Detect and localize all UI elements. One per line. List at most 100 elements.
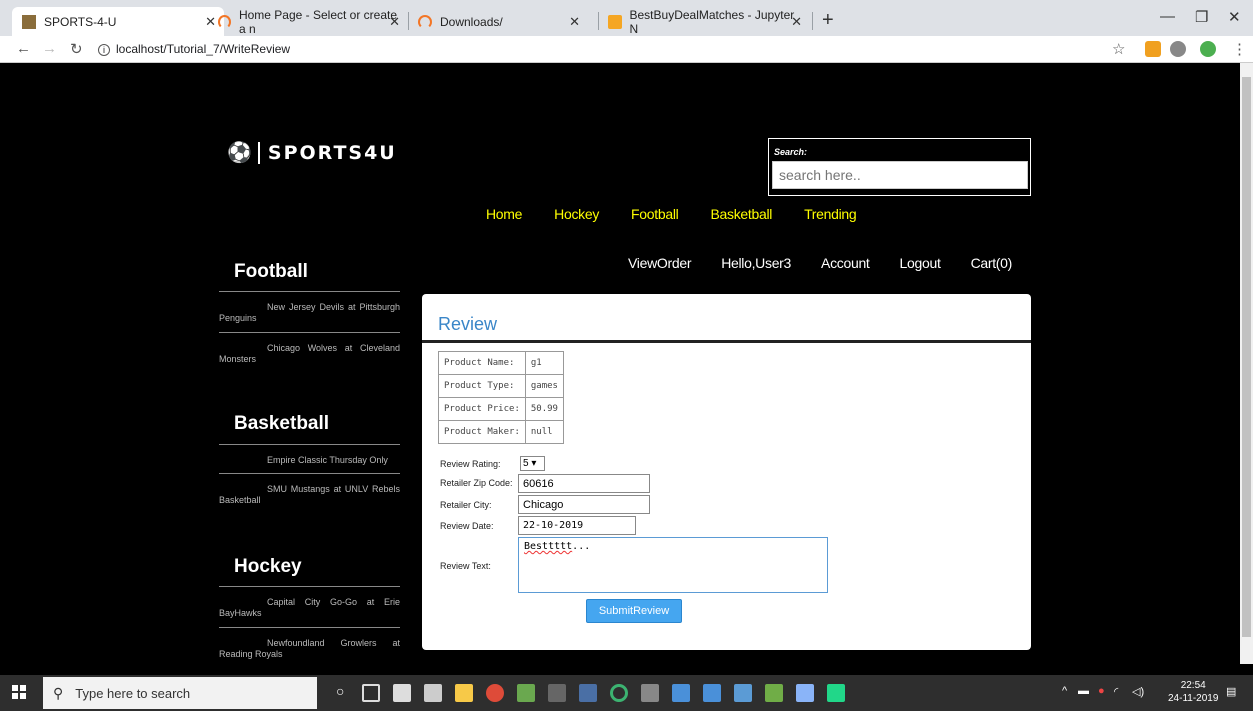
clock[interactable]: 22:54 24-11-2019 (1168, 679, 1218, 705)
dropdown-arrow-icon: ▾ (531, 458, 537, 469)
soccer-ball-icon: ⚽ (227, 142, 252, 164)
volume-icon[interactable]: ◁) (1132, 685, 1144, 698)
notification-icon[interactable]: ▤ (1226, 685, 1236, 698)
app-icon[interactable] (796, 684, 814, 702)
nav-basketball[interactable]: Basketball (710, 206, 772, 222)
sidebar-heading-football: Football (234, 261, 308, 282)
search-box: Search: (768, 138, 1031, 196)
sidebar-link[interactable]: Newfoundland Growlers at Reading Royals (219, 638, 400, 660)
task-view-icon[interactable] (362, 684, 380, 702)
pycharm-icon[interactable] (827, 684, 845, 702)
tab-downloads[interactable]: Downloads/ ✕ (408, 7, 588, 36)
sidebar-link[interactable]: New Jersey Devils at Pittsburgh Penguins (219, 302, 400, 324)
close-tab-icon[interactable]: ✕ (569, 14, 580, 30)
sidebar-link[interactable]: SMU Mustangs at UNLV Rebels Basketball (219, 484, 400, 506)
sidebar-divider (219, 473, 400, 474)
retailer-zip-input[interactable] (518, 474, 650, 493)
review-card: Review Product Name: g1 Product Type: ga… (422, 294, 1031, 650)
scrollbar-thumb[interactable] (1242, 77, 1251, 637)
store-icon[interactable] (393, 684, 411, 702)
app-icon[interactable] (548, 684, 566, 702)
close-window-icon[interactable]: ✕ (1228, 8, 1241, 26)
close-tab-icon[interactable]: ✕ (791, 14, 802, 30)
mail-icon[interactable] (424, 684, 442, 702)
sidebar-divider (219, 332, 400, 333)
review-text-area[interactable]: Besttttt... (518, 537, 828, 593)
user-nav: ViewOrder Hello,User3 Account Logout Car… (628, 255, 1042, 271)
nav-user-greeting[interactable]: Hello,User3 (721, 255, 791, 271)
jupyter-favicon-icon (418, 14, 432, 29)
app-icon[interactable] (765, 684, 783, 702)
retailer-city-input[interactable] (518, 495, 650, 514)
review-date-input[interactable] (518, 516, 636, 535)
page-scrollbar[interactable] (1240, 63, 1253, 664)
nav-view-order[interactable]: ViewOrder (628, 255, 691, 271)
close-tab-icon[interactable]: ✕ (389, 14, 400, 30)
wifi-icon[interactable]: ◜ (1114, 685, 1118, 698)
page-viewport: ⚽ SPORTS4U Search: Home Hockey Football … (0, 63, 1240, 664)
nav-home[interactable]: Home (486, 206, 522, 222)
taskbar-search[interactable]: ⚲ Type here to search (43, 677, 317, 709)
app-icon[interactable] (579, 684, 597, 702)
forward-arrow-icon[interactable]: → (42, 40, 57, 57)
table-cell-value: games (524, 374, 564, 398)
search-label: Search: (774, 147, 808, 157)
windows-taskbar: ⚲ Type here to search ○ ^ ▬ ● ◜ ◁) 22:54… (0, 675, 1253, 711)
notebook-favicon-icon (608, 14, 622, 29)
nav-account[interactable]: Account (821, 255, 870, 271)
extension-icon[interactable] (1170, 41, 1186, 57)
review-date-label: Review Date: (440, 521, 494, 531)
site-logo[interactable]: ⚽ SPORTS4U (227, 140, 397, 165)
battery-icon[interactable]: ▬ (1078, 685, 1089, 697)
extension-icon[interactable] (1200, 41, 1216, 57)
tray-chevron-icon[interactable]: ^ (1062, 685, 1067, 697)
java-icon[interactable] (734, 684, 752, 702)
submit-review-button[interactable]: SubmitReview (586, 599, 682, 623)
menu-dots-icon[interactable]: ⋮ (1232, 40, 1247, 58)
chrome-icon[interactable] (486, 684, 504, 702)
app-icon[interactable] (703, 684, 721, 702)
nav-logout[interactable]: Logout (900, 255, 941, 271)
nav-hockey[interactable]: Hockey (554, 206, 599, 222)
nav-football[interactable]: Football (631, 206, 679, 222)
retailer-city-label: Retailer City: (440, 500, 492, 510)
app-icon[interactable] (517, 684, 535, 702)
terminal-icon[interactable] (641, 684, 659, 702)
url-field[interactable]: i localhost/Tutorial_7/WriteReview (98, 42, 290, 56)
tray-app-icon[interactable]: ● (1098, 685, 1105, 697)
nav-trending[interactable]: Trending (804, 206, 857, 222)
new-tab-button[interactable]: + (822, 9, 834, 32)
sidebar-divider (219, 627, 400, 628)
search-input[interactable] (772, 161, 1028, 189)
sidebar-divider (219, 586, 400, 587)
sidebar-heading-basketball: Basketball (234, 413, 330, 434)
bookmark-star-icon[interactable]: ☆ (1112, 40, 1125, 58)
app-icon[interactable] (610, 684, 628, 702)
tab-home-page[interactable]: Home Page - Select or create a n ✕ (208, 7, 408, 36)
file-explorer-icon[interactable] (455, 684, 473, 702)
sidebar-link[interactable]: Capital City Go-Go at Erie BayHawks (219, 597, 400, 619)
logo-text: SPORTS4U (267, 141, 397, 164)
tab-sports4u[interactable]: SPORTS-4-U ✕ (12, 7, 224, 36)
extension-off-icon[interactable] (1145, 41, 1161, 57)
main-nav: Home Hockey Football Basketball Trending (486, 206, 888, 222)
cortana-icon[interactable]: ○ (336, 683, 344, 699)
windows-start-icon[interactable] (12, 685, 26, 699)
sidebar-divider (219, 444, 400, 445)
maximize-icon[interactable]: ❐ (1195, 8, 1208, 26)
review-rating-select[interactable]: 5 ▾ (520, 456, 545, 471)
search-icon: ⚲ (53, 684, 64, 701)
reload-icon[interactable]: ↻ (70, 40, 83, 58)
table-cell-value: g1 (524, 351, 564, 375)
tab-divider (812, 12, 813, 30)
tab-title: SPORTS-4-U (44, 14, 117, 29)
tab-bestbuy[interactable]: BestBuyDealMatches - Jupyter N ✕ (598, 7, 810, 36)
app-icon[interactable] (672, 684, 690, 702)
minimize-icon[interactable]: — (1160, 8, 1175, 25)
info-icon[interactable]: i (98, 44, 110, 56)
sidebar-link[interactable]: Empire Classic Thursday Only (219, 455, 400, 466)
review-rating-label: Review Rating: (440, 459, 501, 469)
nav-cart[interactable]: Cart(0) (971, 255, 1013, 271)
sidebar-link[interactable]: Chicago Wolves at Cleveland Monsters (219, 343, 400, 365)
back-arrow-icon[interactable]: ← (16, 40, 31, 57)
